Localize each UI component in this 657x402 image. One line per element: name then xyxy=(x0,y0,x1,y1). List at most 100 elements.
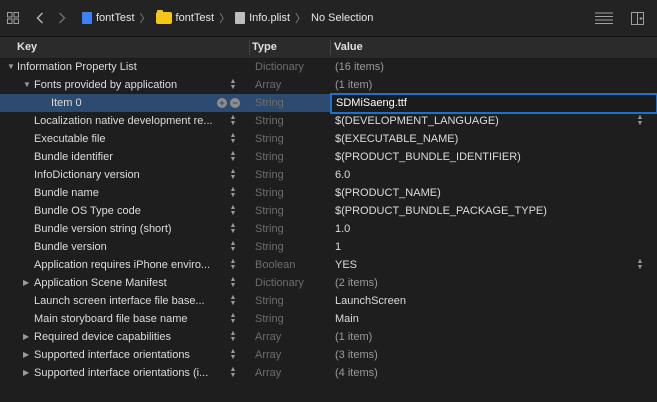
row-type[interactable]: Array xyxy=(255,328,281,346)
key-stepper-icon[interactable]: ▲ ▼ xyxy=(229,186,237,199)
disclosure-collapsed-icon[interactable]: ▶ xyxy=(23,274,29,292)
key-stepper-icon[interactable]: ▲ ▼ xyxy=(229,132,237,145)
key-stepper-icon[interactable]: ▲ ▼ xyxy=(229,150,237,163)
disclosure-collapsed-icon[interactable]: ▶ xyxy=(23,364,29,382)
key-stepper-icon[interactable]: ▲ ▼ xyxy=(229,114,237,127)
row-key[interactable]: Supported interface orientations xyxy=(34,346,190,364)
add-item-icon[interactable]: + xyxy=(217,98,227,108)
row-value[interactable]: (1 item) xyxy=(335,76,372,94)
row-key[interactable]: InfoDictionary version xyxy=(34,166,140,184)
row-key[interactable]: Information Property List xyxy=(17,58,137,76)
table-row[interactable]: InfoDictionary version ▲ ▼ String 6.0 xyxy=(0,166,657,184)
key-stepper-icon[interactable]: ▲ ▼ xyxy=(229,276,237,289)
row-type[interactable]: String xyxy=(255,238,284,256)
breadcrumb-project[interactable]: fontTest xyxy=(82,12,135,24)
row-value[interactable]: (2 items) xyxy=(335,274,378,292)
disclosure-collapsed-icon[interactable]: ▶ xyxy=(23,328,29,346)
row-value[interactable]: $(DEVELOPMENT_LANGUAGE) xyxy=(335,112,499,130)
table-row[interactable]: Bundle OS Type code ▲ ▼ String $(PRODUCT_BUN… xyxy=(0,202,657,220)
key-stepper-icon[interactable]: ▲ ▼ xyxy=(229,258,237,271)
row-type[interactable]: Dictionary xyxy=(255,58,304,76)
table-row[interactable]: Bundle version string (short) ▲ ▼ String 1.0 xyxy=(0,220,657,238)
row-key[interactable]: Localization native development re... xyxy=(34,112,213,130)
table-row[interactable]: Main storyboard file base name ▲ ▼ String Ma… xyxy=(0,310,657,328)
row-key[interactable]: Bundle version string (short) xyxy=(34,220,172,238)
key-stepper-icon[interactable]: ▲ ▼ xyxy=(229,348,237,361)
row-type[interactable]: Array xyxy=(255,76,281,94)
table-row[interactable]: Executable file ▲ ▼ String $(EXECUTABLE_NAME… xyxy=(0,130,657,148)
row-key[interactable]: Launch screen interface file base... xyxy=(34,292,205,310)
remove-item-icon[interactable]: − xyxy=(230,98,240,108)
row-value[interactable]: $(PRODUCT_BUNDLE_PACKAGE_TYPE) xyxy=(335,202,547,220)
row-value[interactable]: Main xyxy=(335,310,359,328)
disclosure-expanded-icon[interactable]: ▼ xyxy=(7,58,15,76)
column-divider[interactable] xyxy=(249,40,250,55)
row-key[interactable]: Application Scene Manifest xyxy=(34,274,167,292)
row-type[interactable]: String xyxy=(255,130,284,148)
value-edit-field[interactable]: SDMiSaeng.ttf xyxy=(330,93,657,114)
table-row[interactable]: ▼ Fonts provided by application ▲ ▼ Array (1 … xyxy=(0,76,657,94)
row-key[interactable]: Required device capabilities xyxy=(34,328,171,346)
row-value[interactable]: YES xyxy=(335,256,357,274)
key-stepper-icon[interactable]: ▲ ▼ xyxy=(229,168,237,181)
row-type[interactable]: String xyxy=(255,166,284,184)
table-row[interactable]: Item 0 + − String SDMiSaeng.ttf xyxy=(0,93,657,114)
back-chevron-icon[interactable] xyxy=(34,9,46,27)
row-type[interactable]: String xyxy=(255,292,284,310)
breadcrumb-file[interactable]: Info.plist xyxy=(235,12,290,24)
row-type[interactable]: Array xyxy=(255,346,281,364)
row-value[interactable]: (16 items) xyxy=(335,58,384,76)
table-row[interactable]: ▼ Information Property List Dictionary (16 … xyxy=(0,58,657,76)
row-key[interactable]: Item 0 xyxy=(51,94,82,112)
row-key[interactable]: Executable file xyxy=(34,130,106,148)
row-value[interactable]: LaunchScreen xyxy=(335,292,406,310)
add-editor-icon[interactable] xyxy=(629,9,645,27)
key-stepper-icon[interactable]: ▲ ▼ xyxy=(229,294,237,307)
disclosure-expanded-icon[interactable]: ▼ xyxy=(23,76,31,94)
table-row[interactable]: ▶ Required device capabilities ▲ ▼ Array (1 i… xyxy=(0,328,657,346)
row-type[interactable]: Array xyxy=(255,364,281,382)
row-key[interactable]: Main storyboard file base name xyxy=(34,310,187,328)
table-row[interactable]: Application requires iPhone enviro... ▲ ▼ B… xyxy=(0,256,657,274)
table-row[interactable]: Launch screen interface file base... ▲ ▼ St… xyxy=(0,292,657,310)
row-type[interactable]: String xyxy=(255,202,284,220)
column-divider[interactable] xyxy=(330,40,331,55)
row-value[interactable]: (1 item) xyxy=(335,328,372,346)
row-type[interactable]: Dictionary xyxy=(255,274,304,292)
table-row[interactable]: Bundle identifier ▲ ▼ String $(PRODUCT_BUNDL… xyxy=(0,148,657,166)
key-stepper-icon[interactable]: ▲ ▼ xyxy=(229,240,237,253)
row-value[interactable]: $(EXECUTABLE_NAME) xyxy=(335,130,458,148)
key-stepper-icon[interactable]: ▲ ▼ xyxy=(229,222,237,235)
key-stepper-icon[interactable]: ▲ ▼ xyxy=(229,330,237,343)
row-value[interactable]: $(PRODUCT_BUNDLE_IDENTIFIER) xyxy=(335,148,521,166)
forward-chevron-icon[interactable] xyxy=(56,9,68,27)
key-stepper-icon[interactable]: ▲ ▼ xyxy=(229,204,237,217)
row-type[interactable]: String xyxy=(255,94,284,112)
row-key[interactable]: Bundle name xyxy=(34,184,99,202)
grid-icon[interactable] xyxy=(6,9,20,27)
row-value[interactable]: (4 items) xyxy=(335,364,378,382)
type-column-header[interactable]: Type xyxy=(252,41,277,53)
key-column-header[interactable]: Key xyxy=(17,41,37,53)
row-value[interactable]: 1.0 xyxy=(335,220,350,238)
row-type[interactable]: String xyxy=(255,184,284,202)
lines-icon[interactable] xyxy=(594,9,614,27)
row-key[interactable]: Bundle identifier xyxy=(34,148,113,166)
key-stepper-icon[interactable]: ▲ ▼ xyxy=(229,78,237,91)
row-key[interactable]: Supported interface orientations (i... xyxy=(34,364,208,382)
value-column-header[interactable]: Value xyxy=(334,41,363,53)
row-value[interactable]: 6.0 xyxy=(335,166,350,184)
table-row[interactable]: Bundle name ▲ ▼ String $(PRODUCT_NAME) xyxy=(0,184,657,202)
table-row[interactable]: ▶ Supported interface orientations (i... ▲… xyxy=(0,364,657,382)
breadcrumb-selection[interactable]: No Selection xyxy=(311,12,373,24)
key-stepper-icon[interactable]: ▲ ▼ xyxy=(229,312,237,325)
row-type[interactable]: String xyxy=(255,220,284,238)
row-key[interactable]: Application requires iPhone enviro... xyxy=(34,256,210,274)
table-row[interactable]: ▶ Application Scene Manifest ▲ ▼ Dictionary (… xyxy=(0,274,657,292)
row-type[interactable]: String xyxy=(255,112,284,130)
row-type[interactable]: Boolean xyxy=(255,256,295,274)
table-row[interactable]: Bundle version ▲ ▼ String 1 xyxy=(0,238,657,256)
row-type[interactable]: String xyxy=(255,310,284,328)
table-row[interactable]: ▶ Supported interface orientations ▲ ▼ Array… xyxy=(0,346,657,364)
disclosure-collapsed-icon[interactable]: ▶ xyxy=(23,346,29,364)
